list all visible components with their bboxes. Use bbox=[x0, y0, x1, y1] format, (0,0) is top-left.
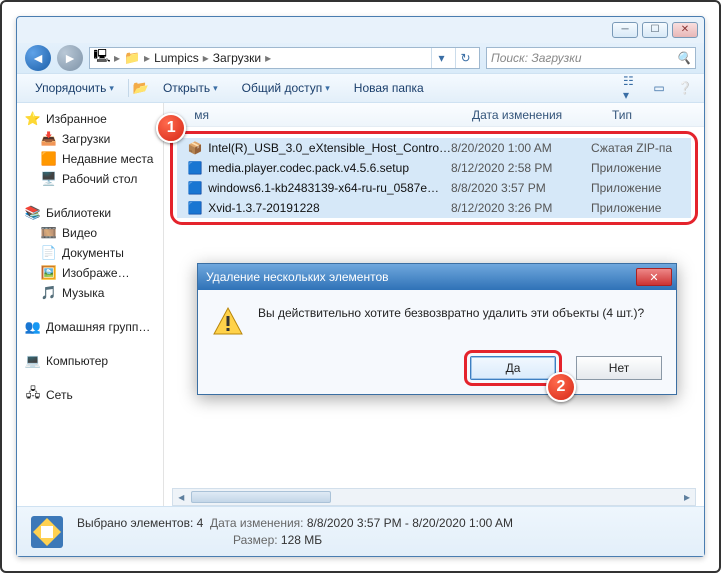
sidebar-item-video[interactable]: 🎞️Видео bbox=[21, 223, 159, 243]
open-button[interactable]: Открыть bbox=[153, 78, 228, 98]
scroll-right-icon[interactable]: ▸ bbox=[679, 489, 695, 505]
desktop-icon: 🖥️ bbox=[41, 171, 57, 187]
network-icon: 🖧 bbox=[25, 387, 41, 403]
table-row[interactable]: 🟦media.player.codec.pack.v4.5.6.setup8/1… bbox=[177, 158, 691, 178]
separator bbox=[128, 79, 129, 97]
scroll-left-icon[interactable]: ◂ bbox=[173, 489, 189, 505]
recent-icon: 🟧 bbox=[41, 151, 57, 167]
computer-icon: 🖳 bbox=[94, 50, 110, 66]
table-row[interactable]: 📦Intel(R)_USB_3.0_eXtensible_Host_Contro… bbox=[177, 138, 691, 158]
chevron-right-icon: ▸ bbox=[265, 51, 271, 65]
video-icon: 🎞️ bbox=[41, 225, 57, 241]
sidebar-item-recent[interactable]: 🟧Недавние места bbox=[21, 149, 159, 169]
folder-icon: 📁 bbox=[124, 50, 140, 66]
zip-icon: 📦 bbox=[187, 140, 203, 156]
chevron-right-icon: ▸ bbox=[114, 51, 120, 65]
col-type[interactable]: Тип bbox=[604, 108, 704, 122]
search-input[interactable]: Поиск: Загрузки 🔍 bbox=[486, 47, 696, 69]
annotation-badge-2: 2 bbox=[546, 372, 576, 402]
column-headers: мя Дата изменения Тип bbox=[164, 103, 704, 127]
sidebar-item-desktop[interactable]: 🖥️Рабочий стол bbox=[21, 169, 159, 189]
libraries-icon: 📚 bbox=[25, 205, 41, 221]
computer-icon: 💻 bbox=[25, 353, 41, 369]
titlebar: ─ ☐ ✕ bbox=[17, 17, 704, 43]
star-icon: ⭐ bbox=[25, 111, 41, 127]
homegroup-icon: 👥 bbox=[25, 319, 41, 335]
app-icon: 🟦 bbox=[187, 160, 203, 176]
table-row[interactable]: 🟦Xvid-1.3.7-201912288/12/2020 3:26 PMПри… bbox=[177, 198, 691, 218]
maximize-button[interactable]: ☐ bbox=[642, 22, 668, 38]
sidebar-favorites[interactable]: ⭐Избранное bbox=[21, 109, 159, 129]
col-name[interactable]: мя bbox=[186, 108, 464, 122]
sidebar-network[interactable]: 🖧Сеть bbox=[21, 385, 159, 405]
chevron-right-icon: ▸ bbox=[144, 51, 150, 65]
selection-icon bbox=[27, 512, 67, 552]
forward-button[interactable]: ► bbox=[57, 45, 83, 71]
sidebar-item-pictures[interactable]: 🖼️Изображе… bbox=[21, 263, 159, 283]
dropdown-icon[interactable]: ▾ bbox=[431, 48, 451, 68]
share-button[interactable]: Общий доступ bbox=[232, 78, 340, 98]
breadcrumb[interactable]: 🖳 ▸ 📁 ▸ Lumpics ▸ Загрузки ▸ ▾ ↻ bbox=[89, 47, 480, 69]
search-icon: 🔍 bbox=[676, 51, 691, 65]
dialog-title: Удаление нескольких элементов bbox=[206, 270, 389, 284]
downloads-icon: 📥 bbox=[41, 131, 57, 147]
sidebar-item-documents[interactable]: 📄Документы bbox=[21, 243, 159, 263]
app-icon: 🟦 bbox=[187, 200, 203, 216]
documents-icon: 📄 bbox=[41, 245, 57, 261]
toolbar: Упорядочить 📂 Открыть Общий доступ Новая… bbox=[17, 73, 704, 103]
sidebar-item-music[interactable]: 🎵Музыка bbox=[21, 283, 159, 303]
refresh-button[interactable]: ↻ bbox=[455, 48, 475, 68]
explorer-window: ─ ☐ ✕ ◄ ► 🖳 ▸ 📁 ▸ Lumpics ▸ Загрузки ▸ ▾… bbox=[16, 16, 705, 557]
address-bar: ◄ ► 🖳 ▸ 📁 ▸ Lumpics ▸ Загрузки ▸ ▾ ↻ Пои… bbox=[17, 43, 704, 73]
warning-icon bbox=[212, 306, 244, 338]
sidebar-computer[interactable]: 💻Компьютер bbox=[21, 351, 159, 371]
sidebar-libraries[interactable]: 📚Библиотеки bbox=[21, 203, 159, 223]
crumb-downloads[interactable]: Загрузки bbox=[213, 51, 261, 65]
delete-confirmation-dialog: Удаление нескольких элементов ✕ Вы дейст… bbox=[197, 263, 677, 395]
back-button[interactable]: ◄ bbox=[25, 45, 51, 71]
newfolder-button[interactable]: Новая папка bbox=[344, 78, 434, 98]
sidebar-item-downloads[interactable]: 📥Загрузки bbox=[21, 129, 159, 149]
horizontal-scrollbar[interactable]: ◂ ▸ bbox=[172, 488, 696, 506]
crumb-lumpics[interactable]: Lumpics bbox=[154, 51, 199, 65]
view-icon[interactable]: ☷ ▾ bbox=[622, 77, 644, 99]
file-list[interactable]: 1 📦Intel(R)_USB_3.0_eXtensible_Host_Cont… bbox=[164, 127, 704, 229]
annotation-badge-1: 1 bbox=[156, 113, 186, 143]
dialog-message: Вы действительно хотите безвозвратно уда… bbox=[258, 306, 644, 320]
close-button[interactable]: ✕ bbox=[672, 22, 698, 38]
yes-button[interactable]: Да bbox=[470, 356, 556, 380]
col-date[interactable]: Дата изменения bbox=[464, 108, 604, 122]
sidebar-homegroup[interactable]: 👥Домашняя групп… bbox=[21, 317, 159, 337]
organize-button[interactable]: Упорядочить bbox=[25, 78, 124, 98]
status-text: Выбрано элементов: 4 Дата изменения: 8/8… bbox=[77, 515, 513, 549]
app-icon: 🟦 bbox=[187, 180, 203, 196]
status-bar: Выбрано элементов: 4 Дата изменения: 8/8… bbox=[17, 506, 704, 556]
pictures-icon: 🖼️ bbox=[41, 265, 57, 281]
open-icon: 📂 bbox=[133, 80, 149, 96]
dialog-titlebar: Удаление нескольких элементов ✕ bbox=[198, 264, 676, 290]
search-placeholder: Поиск: Загрузки bbox=[491, 51, 582, 65]
table-row[interactable]: 🟦windows6.1-kb2483139-x64-ru-ru_0587e…8/… bbox=[177, 178, 691, 198]
minimize-button[interactable]: ─ bbox=[612, 22, 638, 38]
preview-pane-icon[interactable]: ▭ bbox=[648, 77, 670, 99]
no-button[interactable]: Нет bbox=[576, 356, 662, 380]
help-icon[interactable]: ❔ bbox=[674, 77, 696, 99]
sidebar: ⭐Избранное 📥Загрузки 🟧Недавние места 🖥️Р… bbox=[17, 103, 164, 506]
chevron-right-icon: ▸ bbox=[203, 51, 209, 65]
music-icon: 🎵 bbox=[41, 285, 57, 301]
dialog-close-button[interactable]: ✕ bbox=[636, 268, 672, 286]
scroll-thumb[interactable] bbox=[191, 491, 331, 503]
